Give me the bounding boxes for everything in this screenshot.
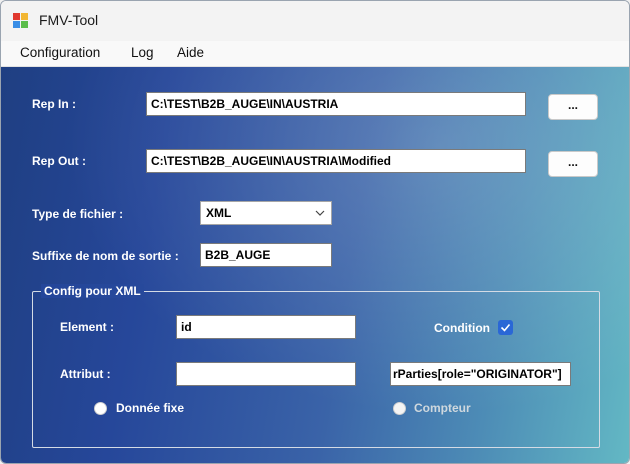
condition-field[interactable]: rParties[role="ORIGINATOR"] [390, 362, 571, 386]
element-field[interactable]: id [176, 315, 356, 339]
title-bar: FMV-Tool [1, 1, 629, 41]
file-type-label: Type de fichier : [32, 207, 124, 221]
chevron-down-icon [315, 210, 325, 216]
file-type-select[interactable]: XML [200, 201, 332, 225]
radio-compteur-label: Compteur [414, 401, 471, 415]
attribut-label: Attribut : [60, 367, 111, 381]
app-window: FMV-Tool Configuration Log Aide Rep In :… [0, 0, 630, 464]
condition-checkbox[interactable] [498, 320, 513, 335]
condition-label: Condition [434, 321, 490, 335]
main-panel: Rep In : C:\TEST\B2B_AUGE\IN\AUSTRIA ...… [1, 67, 629, 463]
rep-in-label: Rep In : [32, 97, 76, 111]
suffix-field[interactable]: B2B_AUGE [200, 243, 332, 267]
radio-donnee-fixe-label: Donnée fixe [116, 401, 185, 415]
radio-donnee-fixe[interactable] [94, 402, 107, 415]
rep-out-label: Rep Out : [32, 154, 86, 168]
radio-compteur[interactable] [393, 402, 406, 415]
menu-log[interactable]: Log [131, 45, 154, 60]
menu-bar: Configuration Log Aide [1, 41, 629, 67]
rep-in-browse-button[interactable]: ... [548, 94, 598, 120]
menu-aide[interactable]: Aide [177, 45, 204, 60]
rep-out-field[interactable]: C:\TEST\B2B_AUGE\IN\AUSTRIA\Modified [146, 149, 526, 173]
app-icon [13, 13, 29, 29]
window-title: FMV-Tool [39, 12, 99, 28]
rep-out-browse-button[interactable]: ... [548, 151, 598, 177]
file-type-value: XML [206, 206, 232, 220]
element-label: Element : [60, 320, 115, 334]
check-icon [500, 323, 511, 332]
attribut-field[interactable] [176, 362, 356, 386]
rep-in-field[interactable]: C:\TEST\B2B_AUGE\IN\AUSTRIA [146, 92, 526, 116]
suffix-label: Suffixe de nom de sortie : [32, 249, 179, 263]
xml-config-group-title: Config pour XML [41, 284, 144, 298]
menu-configuration[interactable]: Configuration [20, 45, 100, 60]
